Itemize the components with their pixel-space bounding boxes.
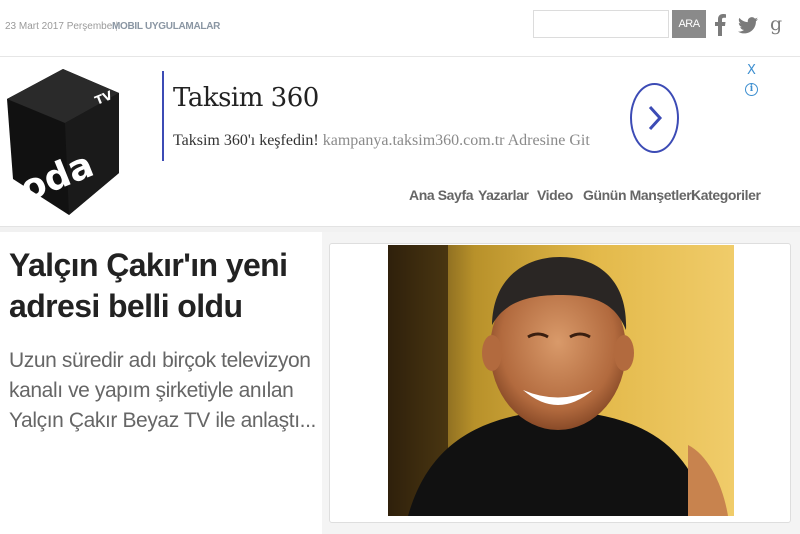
article-summary[interactable]: Uzun süredir adı birçok televizyon kanal… [9, 346, 321, 436]
chevron-right-icon [648, 105, 662, 131]
facebook-icon[interactable] [709, 11, 731, 39]
svg-text:g: g [770, 14, 782, 35]
ad-description-text: Taksim 360'ı keşfedin! [173, 132, 319, 149]
search-input[interactable] [533, 10, 669, 38]
ad-arrow-button[interactable] [630, 83, 679, 153]
ad-description[interactable]: Taksim 360'ı keşfedin! kampanya.taksim36… [173, 132, 590, 150]
nav-video[interactable]: Video [537, 187, 573, 207]
top-bar: 23 Mart 2017 Perşembe | MOBIL UYGULAMALAR… [0, 0, 800, 57]
nav-headlines[interactable]: Günün Manşetleri [583, 187, 695, 207]
nav-home[interactable]: Ana Sayfa [409, 187, 474, 207]
search-button[interactable]: ARA [672, 10, 706, 38]
ad-close-icon[interactable]: X [745, 64, 758, 78]
ad-banner[interactable]: Taksim 360 Taksim 360'ı keşfedin! kampan… [162, 64, 762, 163]
mobile-apps-link[interactable]: MOBIL UYGULAMALAR [112, 21, 220, 32]
site-header: oda TV Taksim 360 Taksim 360'ı keşfedin!… [0, 57, 800, 227]
ad-info-icon[interactable]: i [745, 83, 758, 96]
google-plus-icon[interactable]: g [765, 11, 787, 39]
date-label: 23 Mart 2017 Perşembe [5, 21, 113, 32]
ad-accent-bar [162, 71, 164, 161]
date-text: 23 Mart 2017 Perşembe | [5, 21, 121, 32]
article-photo[interactable] [388, 245, 734, 516]
twitter-icon[interactable] [737, 11, 759, 39]
nav-categories[interactable]: Kategoriler [691, 187, 761, 207]
article-headline[interactable]: Yalçın Çakır'ın yeni adresi belli oldu [9, 245, 319, 327]
article-image-card[interactable] [329, 243, 791, 523]
main-content: Yalçın Çakır'ın yeni adresi belli oldu U… [0, 232, 800, 534]
ad-url: kampanya.taksim360.com.tr Adresine Git [322, 132, 590, 149]
article-card: Yalçın Çakır'ın yeni adresi belli oldu U… [0, 232, 322, 534]
ad-title[interactable]: Taksim 360 [173, 83, 319, 113]
nav-authors[interactable]: Yazarlar [478, 187, 529, 207]
odatv-logo[interactable]: oda TV [5, 63, 125, 220]
